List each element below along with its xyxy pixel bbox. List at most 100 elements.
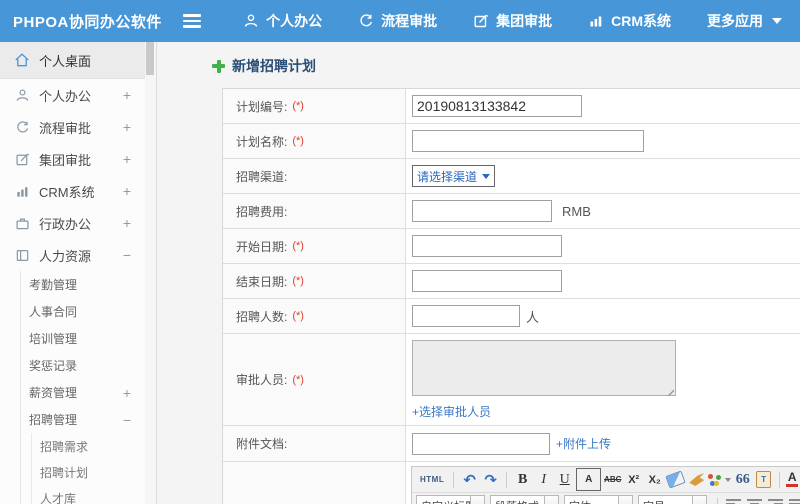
sidebar-item-recruit-plan[interactable]: 招聘计划 [32,459,145,485]
sidebar-item-personal-desktop[interactable]: 个人桌面 [0,42,145,79]
field-label: 计划名称: [236,134,288,149]
sidebar-item-talent-pool[interactable]: 人才库 [32,485,145,504]
expand-icon[interactable]: + [123,184,131,198]
paste-button[interactable]: T [754,469,773,490]
strikethrough-button[interactable]: ABC [603,469,622,490]
emoticon-palette-icon [708,473,722,486]
app-logo: PHPOA协同办公软件 [13,13,162,31]
sidebar-item-admin-office[interactable]: 行政办公 + [0,207,145,239]
sidebar-item-attendance[interactable]: 考勤管理 [21,271,145,298]
boxed-text-button[interactable]: A [576,468,602,491]
custom-title-combo[interactable]: 自定义标题 [416,494,485,504]
align-justify-icon [789,498,800,504]
briefcase-icon [14,215,30,231]
font-color-button[interactable]: A [786,469,800,490]
expand-icon[interactable]: + [123,152,131,166]
approvers-textarea[interactable] [412,340,676,396]
field-label: 结束日期: [236,274,288,289]
align-left-button[interactable] [724,495,743,504]
cost-input[interactable] [412,200,552,222]
editor-toolbar-row1: HTML ↶ ↷ B I U A ABC X² X₂ 66 T A [412,467,800,493]
process-icon [14,119,30,135]
attachment-input[interactable] [412,432,550,455]
recruit-plan-form: 计划编号:(*) 计划名称:(*) 招聘渠道: 请选择渠道 招聘费用: RMB … [222,88,800,504]
user-icon [14,87,30,103]
expand-icon[interactable]: + [123,216,131,230]
plus-icon [212,59,225,73]
html-source-button[interactable]: HTML [417,469,447,490]
field-label: 招聘渠道: [236,169,288,184]
sidebar-scrollbar [145,42,157,504]
topnav-item-group-approval[interactable]: 集团审批 [455,0,570,42]
sidebar-item-salary[interactable]: 薪资管理 + [21,379,145,406]
topnav-item-crm[interactable]: CRM系统 [570,0,689,42]
required-mark: (*) [292,310,304,322]
sidebar-item-process-approval[interactable]: 流程审批 + [0,111,145,143]
field-label: 计划编号: [236,99,288,114]
underline-button[interactable]: U [555,469,574,490]
sidebar-item-hr-contract[interactable]: 人事合同 [21,298,145,325]
menu-toggle-icon[interactable] [182,14,202,28]
sidebar-item-human-resources[interactable]: 人力资源 − [0,239,145,271]
italic-button[interactable]: I [534,469,553,490]
attachment-upload-link[interactable]: +附件上传 [556,435,611,452]
format-brush-icon [689,473,705,486]
form-row-editor: HTML ↶ ↷ B I U A ABC X² X₂ 66 T A [223,462,800,504]
sidebar-item-crm[interactable]: CRM系统 + [0,175,145,207]
edit-square-icon [473,13,489,29]
form-row-attachment: 附件文档: +附件上传 [223,426,800,462]
sidebar: 个人桌面 个人办公 + 流程审批 + 集团审批 + CRM系统 + 行政办公 +… [0,42,146,504]
expand-icon[interactable]: + [123,386,131,400]
font-size-combo[interactable]: 字号 [638,494,707,504]
font-family-combo[interactable]: 字体 [564,494,633,504]
form-row-channel: 招聘渠道: 请选择渠道 [223,159,800,194]
form-row-cost: 招聘费用: RMB [223,194,800,229]
scrollbar-thumb[interactable] [146,42,154,75]
form-row-end-date: 结束日期: (*) [223,264,800,299]
topnav-item-more-apps[interactable]: 更多应用 [689,0,800,42]
bar-chart-icon [14,183,30,199]
format-brush-button[interactable] [687,469,706,490]
sidebar-item-personal-office[interactable]: 个人办公 + [0,79,145,111]
expand-icon[interactable]: + [123,120,131,134]
eraser-button[interactable] [665,469,686,490]
collapse-icon[interactable]: − [123,248,131,262]
subscript-button[interactable]: X₂ [645,469,664,490]
redo-button[interactable]: ↷ [481,469,500,490]
align-center-button[interactable] [745,495,764,504]
plan-name-input[interactable] [412,130,644,152]
blockquote-button[interactable]: 66 [733,469,752,490]
align-justify-button[interactable] [787,495,800,504]
start-date-input[interactable] [412,235,562,257]
required-mark: (*) [292,373,304,386]
editor-toolbar-row2: 自定义标题 段落格式 字体 字号 ∞ ∞ [412,493,800,504]
book-icon [14,247,30,263]
align-right-button[interactable] [766,495,785,504]
plan-number-input[interactable] [412,95,582,117]
sidebar-item-training[interactable]: 培训管理 [21,325,145,352]
sidebar-item-group-approval[interactable]: 集团审批 + [0,143,145,175]
required-mark: (*) [292,240,304,252]
caret-down-icon [725,477,732,482]
undo-button[interactable]: ↶ [460,469,479,490]
end-date-input[interactable] [412,270,562,292]
emoticon-button[interactable] [708,469,732,490]
select-approvers-link[interactable]: +选择审批人员 [412,403,491,420]
sidebar-item-rewards[interactable]: 奖惩记录 [21,352,145,379]
sidebar-item-recruit-demand[interactable]: 招聘需求 [32,433,145,459]
headcount-input[interactable] [412,305,520,327]
field-label: 开始日期: [236,239,288,254]
topnav-item-process-approval[interactable]: 流程审批 [340,0,455,42]
paragraph-format-combo[interactable]: 段落格式 [490,494,559,504]
caret-down-icon [482,173,491,179]
topnav-item-personal-office[interactable]: 个人办公 [225,0,340,42]
align-center-icon [747,498,762,504]
expand-icon[interactable]: + [123,88,131,102]
channel-select[interactable]: 请选择渠道 [412,165,496,187]
hr-submenu: 考勤管理 人事合同 培训管理 奖惩记录 薪资管理 + 招聘管理 − 招聘需求 招聘计… [20,271,145,504]
bold-button[interactable]: B [513,469,532,490]
field-label: 招聘费用: [236,204,288,219]
collapse-icon[interactable]: − [123,413,131,427]
superscript-button[interactable]: X² [624,469,643,490]
sidebar-item-recruit-mgmt[interactable]: 招聘管理 − [21,406,145,433]
